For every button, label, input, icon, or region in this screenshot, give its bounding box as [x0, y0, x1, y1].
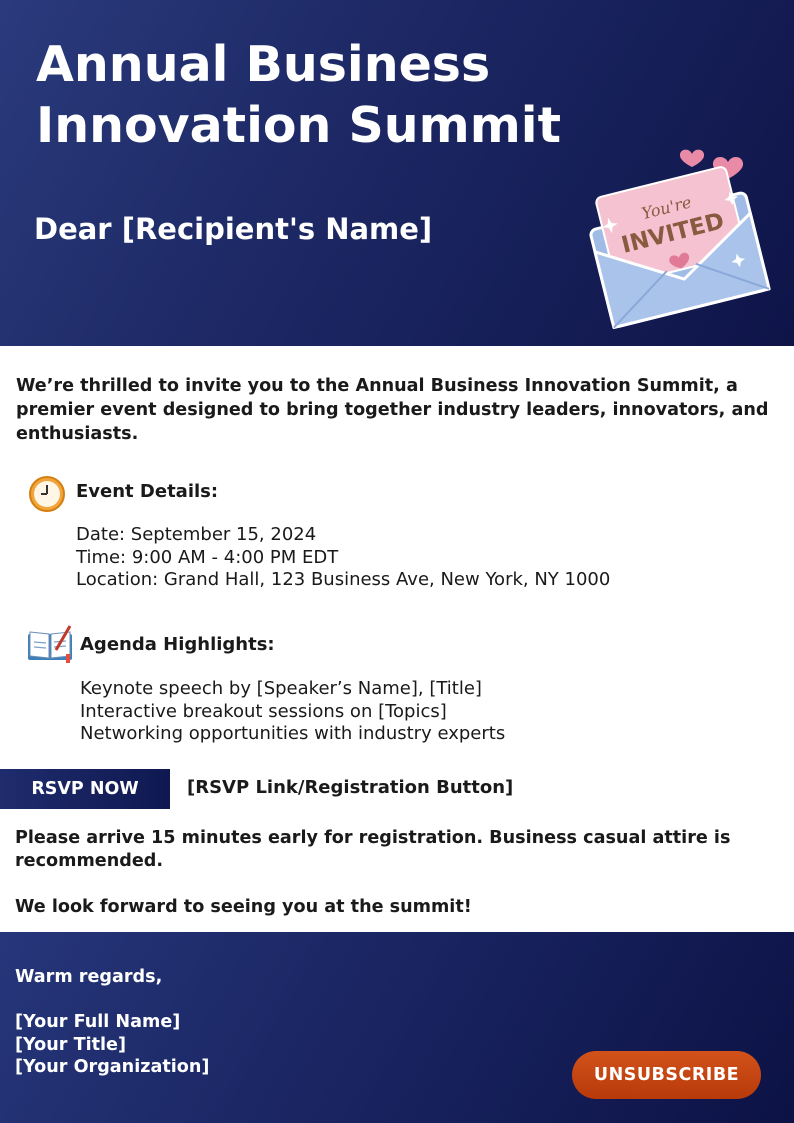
signature-title: [Your Title]: [15, 1034, 127, 1055]
event-details-list: Date: September 15, 2024 Time: 9:00 AM -…: [76, 524, 610, 592]
intro-paragraph: We’re thrilled to invite you to the Annu…: [16, 376, 769, 444]
event-location: Location: Grand Hall, 123 Business Ave, …: [76, 569, 611, 590]
agenda-heading: Agenda Highlights:: [80, 634, 275, 655]
clock-icon: [29, 476, 65, 512]
agenda-item: Networking opportunities with industry e…: [80, 723, 506, 744]
event-time: Time: 9:00 AM - 4:00 PM EDT: [76, 546, 339, 568]
closing-line: We look forward to seeing you at the sum…: [15, 897, 472, 917]
signature-organization: [Your Organization]: [15, 1057, 210, 1077]
rsvp-button[interactable]: RSVP NOW: [0, 769, 170, 809]
signature-name: [Your Full Name]: [15, 1012, 181, 1032]
regards-text: Warm regards,: [15, 967, 163, 987]
agenda-item: Keynote speech by [Speaker’s Name], [Tit…: [80, 678, 482, 699]
event-date: Date: September 15, 2024: [76, 524, 317, 545]
event-details-heading: Event Details:: [76, 481, 219, 502]
agenda-item: Interactive breakout sessions on [Topics…: [80, 700, 447, 722]
signature-block: [Your Full Name] [Your Title] [Your Orga…: [15, 1011, 209, 1079]
rsvp-link[interactable]: [RSVP Link/Registration Button]: [187, 776, 513, 800]
arrival-note: Please arrive 15 minutes early for regis…: [15, 828, 731, 871]
greeting: Dear [Recipient's Name]: [34, 212, 433, 246]
page-title: Annual Business Innovation Summit: [36, 36, 562, 154]
notebook-icon: [28, 625, 72, 663]
unsubscribe-button[interactable]: UNSUBSCRIBE: [572, 1051, 761, 1099]
heart-icon: [679, 149, 705, 167]
agenda-list: Keynote speech by [Speaker’s Name], [Tit…: [80, 678, 505, 746]
invitation-envelope-icon: You're INVITED: [589, 149, 771, 330]
